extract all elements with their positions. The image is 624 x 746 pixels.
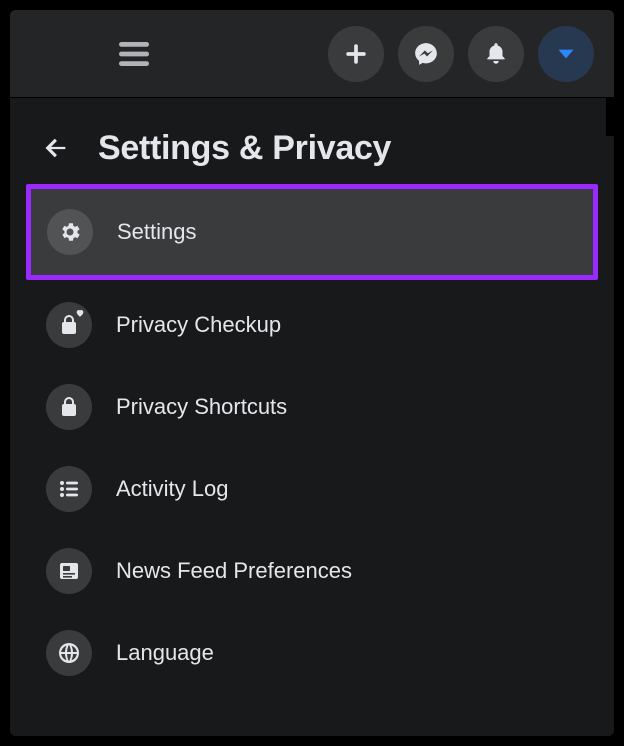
lock-heart-icon [46, 302, 92, 348]
notifications-button[interactable] [468, 26, 524, 82]
settings-privacy-panel: Settings & Privacy Settings Privacy Chec… [10, 98, 614, 736]
account-dropdown-button[interactable] [538, 26, 594, 82]
scrollbar[interactable] [606, 98, 614, 136]
hamburger-icon [116, 36, 152, 72]
menu-item-label: Settings [117, 219, 197, 245]
menu-item-language[interactable]: Language [28, 616, 596, 690]
menu-item-privacy-checkup[interactable]: Privacy Checkup [28, 288, 596, 362]
panel-header: Settings & Privacy [10, 118, 614, 184]
menu-list: Settings Privacy Checkup Privacy Shortcu… [10, 184, 614, 690]
menu-item-label: Privacy Shortcuts [116, 394, 287, 420]
hamburger-menu-button[interactable] [106, 26, 162, 82]
arrow-left-icon [42, 134, 70, 162]
activity-log-icon [46, 466, 92, 512]
back-button[interactable] [36, 128, 76, 168]
menu-item-settings[interactable]: Settings [26, 184, 598, 280]
lock-icon [46, 384, 92, 430]
page-title: Settings & Privacy [98, 129, 391, 168]
messenger-icon [413, 41, 439, 67]
menu-item-news-feed-preferences[interactable]: News Feed Preferences [28, 534, 596, 608]
menu-item-activity-log[interactable]: Activity Log [28, 452, 596, 526]
messenger-button[interactable] [398, 26, 454, 82]
menu-item-privacy-shortcuts[interactable]: Privacy Shortcuts [28, 370, 596, 444]
menu-item-label: Privacy Checkup [116, 312, 281, 338]
bell-icon [483, 41, 509, 67]
news-feed-icon [46, 548, 92, 594]
menu-item-label: Language [116, 640, 214, 666]
gear-icon [47, 209, 93, 255]
globe-icon [46, 630, 92, 676]
plus-icon [343, 41, 369, 67]
caret-down-icon [553, 41, 579, 67]
top-bar [10, 10, 614, 98]
topbar-actions [328, 26, 594, 82]
menu-item-label: News Feed Preferences [116, 558, 352, 584]
create-button[interactable] [328, 26, 384, 82]
menu-item-label: Activity Log [116, 476, 229, 502]
